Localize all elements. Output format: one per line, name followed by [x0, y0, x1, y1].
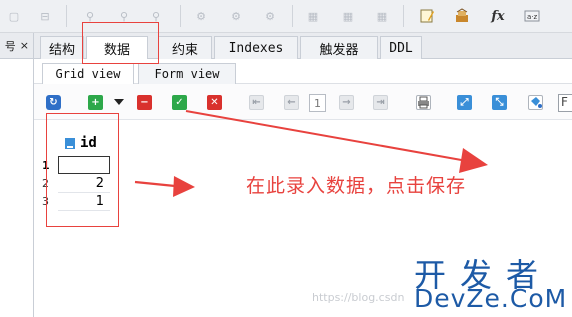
save-icon[interactable]: ✓	[172, 95, 187, 110]
watermark: https://blog.csdn	[312, 291, 405, 304]
next-page-icon[interactable]: →	[339, 95, 354, 110]
gear-icon[interactable]: ⚙	[228, 8, 244, 24]
toolbar-separator	[180, 5, 181, 27]
pin-label[interactable]: 号	[5, 38, 16, 54]
logo-english: DevZe.CoM	[414, 284, 568, 313]
toolbar-separator	[292, 5, 293, 27]
svg-text:a·z: a·z	[527, 13, 538, 21]
az-sort-icon[interactable]: a·z	[524, 8, 540, 24]
edit-icon[interactable]: ▢	[6, 8, 22, 24]
tab-ddl[interactable]: DDL	[380, 36, 422, 59]
collapse-icon[interactable]: ⤡	[492, 95, 507, 110]
delete-icon[interactable]: ⊟	[37, 8, 53, 24]
filter-field[interactable]: F	[558, 94, 572, 112]
table-icon[interactable]: ▦	[374, 8, 390, 24]
tab-form-view[interactable]: Form view	[138, 63, 236, 84]
tab-triggers[interactable]: 触发器	[300, 36, 378, 59]
cancel-icon[interactable]: ✕	[207, 95, 222, 110]
bucket-icon[interactable]	[528, 95, 543, 110]
refresh-icon[interactable]: ↻	[46, 95, 61, 110]
close-icon[interactable]: ×	[20, 39, 29, 52]
chevron-down-icon[interactable]	[114, 99, 124, 105]
toolbar-separator	[66, 5, 67, 27]
highlight-box-grid	[46, 113, 119, 227]
highlight-box-data-tab	[82, 22, 159, 64]
toolbar-separator	[403, 5, 404, 27]
tab-indexes[interactable]: Indexes	[214, 36, 298, 59]
note-icon[interactable]	[419, 8, 435, 24]
tab-constraints[interactable]: 约束	[158, 36, 212, 59]
gear-icon[interactable]: ⚙	[193, 8, 209, 24]
site-logo: 开发者 DevZe.CoM	[408, 250, 572, 317]
add-row-icon[interactable]: +	[88, 95, 103, 110]
printer-icon[interactable]	[416, 95, 431, 110]
fx-icon[interactable]: fx	[488, 8, 508, 24]
delete-row-icon[interactable]: −	[137, 95, 152, 110]
object-browser-pane: 号 ×	[0, 33, 34, 317]
annotation-text: 在此录入数据，点击保存	[246, 175, 467, 197]
table-icon[interactable]: ▦	[340, 8, 356, 24]
tab-grid-view[interactable]: Grid view	[42, 63, 134, 84]
left-pane-header: 号 ×	[0, 33, 33, 59]
table-icon[interactable]: ▦	[305, 8, 321, 24]
prev-page-icon[interactable]: ←	[284, 95, 299, 110]
expand-icon[interactable]: ⤢	[457, 95, 472, 110]
gear-icon[interactable]: ⚙	[262, 8, 278, 24]
page-number-field[interactable]: 1	[309, 94, 326, 112]
tab-structure[interactable]: 结构	[40, 36, 84, 59]
tools-icon[interactable]	[454, 8, 470, 24]
first-page-icon[interactable]: ⇤	[249, 95, 264, 110]
last-page-icon[interactable]: ⇥	[373, 95, 388, 110]
